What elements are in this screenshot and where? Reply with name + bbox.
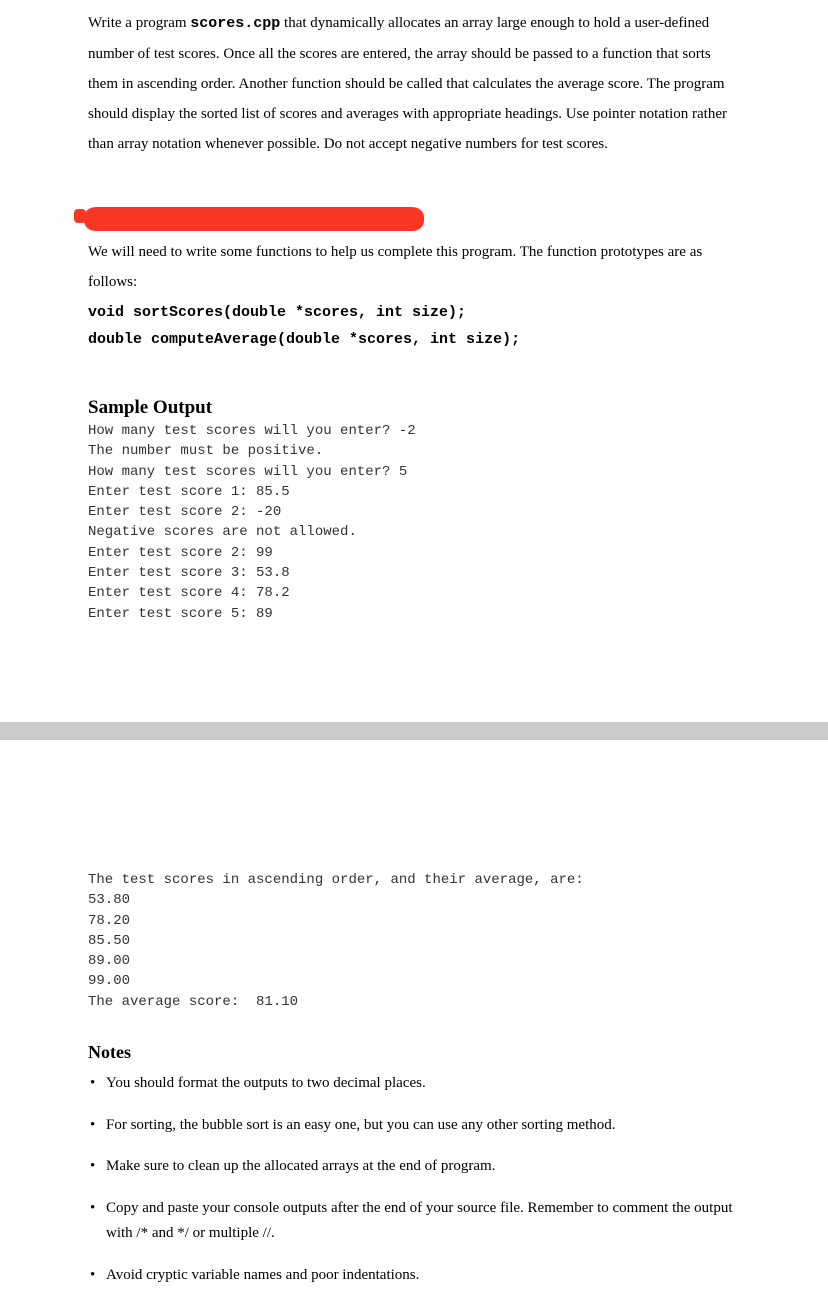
note-item: Copy and paste your console outputs afte… xyxy=(88,1196,740,1247)
document-page: Write a program scores.cpp that dynamica… xyxy=(0,0,828,1288)
intro-suffix: that dynamically allocates an array larg… xyxy=(88,15,727,152)
intro-paragraph: Write a program scores.cpp that dynamica… xyxy=(88,0,740,159)
page-break-gap xyxy=(0,722,828,740)
sample-output-heading: Sample Output xyxy=(88,397,740,419)
note-item: For sorting, the bubble sort is an easy … xyxy=(88,1113,740,1139)
notes-list: You should format the outputs to two dec… xyxy=(88,1071,740,1288)
prototype-line-2: double computeAverage(double *scores, in… xyxy=(88,326,740,353)
sample-output-bottom: The test scores in ascending order, and … xyxy=(88,870,740,1012)
notes-heading: Notes xyxy=(88,1042,740,1063)
intro-prefix: Write a program xyxy=(88,15,190,31)
redaction-mark xyxy=(84,207,424,231)
note-item: You should format the outputs to two dec… xyxy=(88,1071,740,1097)
prototype-line-1: void sortScores(double *scores, int size… xyxy=(88,299,740,326)
sample-output-top: How many test scores will you enter? -2 … xyxy=(88,421,740,624)
intro-code: scores.cpp xyxy=(190,15,280,32)
followup-paragraph: We will need to write some functions to … xyxy=(88,237,740,297)
note-item: Make sure to clean up the allocated arra… xyxy=(88,1154,740,1180)
function-prototypes: void sortScores(double *scores, int size… xyxy=(88,299,740,353)
note-item: Avoid cryptic variable names and poor in… xyxy=(88,1263,740,1289)
